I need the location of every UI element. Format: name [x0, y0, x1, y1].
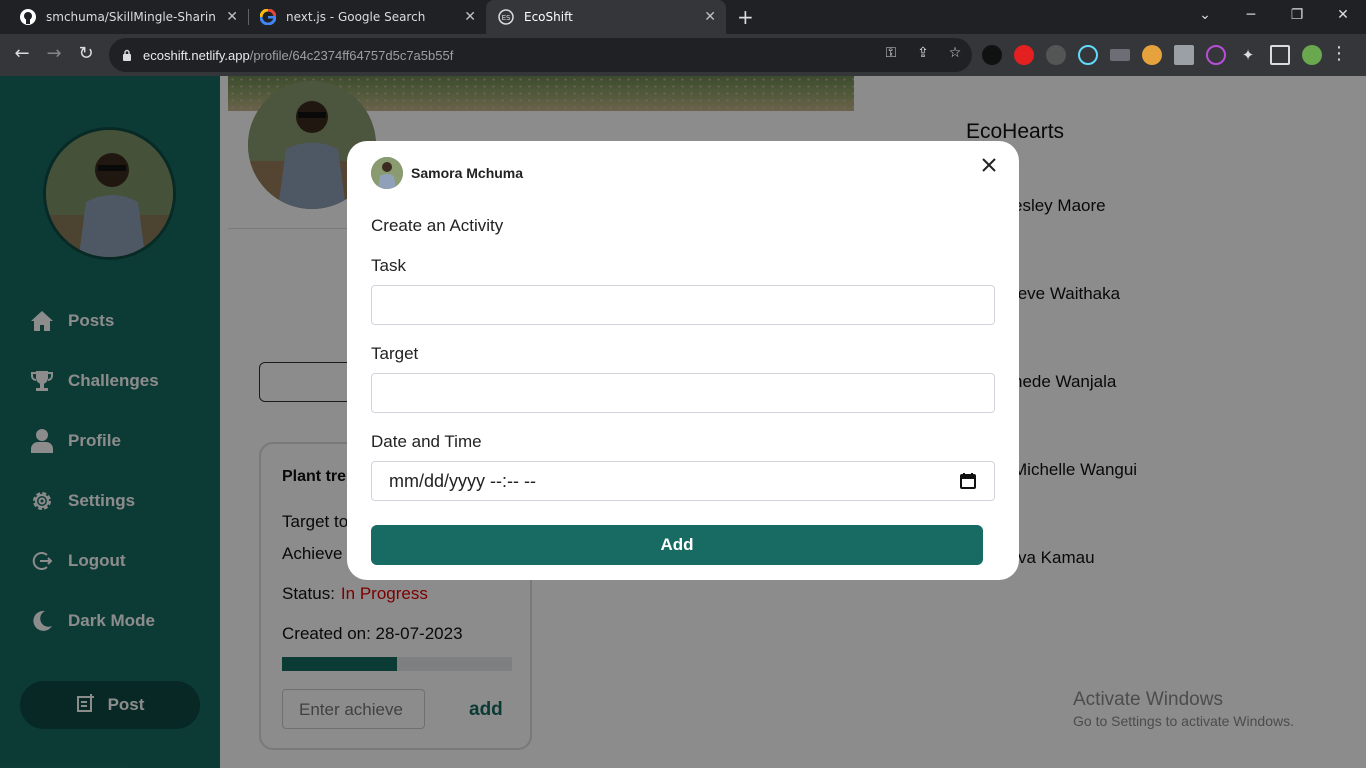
- restore-button[interactable]: ❐: [1274, 0, 1320, 34]
- tab-ecoshift[interactable]: ES EcoShift ✕: [486, 0, 726, 34]
- close-tab-icon[interactable]: ✕: [226, 9, 238, 25]
- tab-search-icon[interactable]: ⌄: [1182, 0, 1228, 34]
- modal-heading: Create an Activity: [371, 216, 504, 235]
- target-label: Target: [371, 344, 419, 363]
- new-tab-button[interactable]: +: [737, 5, 754, 29]
- extension-icon[interactable]: [1206, 45, 1226, 65]
- reload-button[interactable]: ↻: [74, 43, 98, 64]
- profile-avatar-icon[interactable]: [1302, 45, 1322, 65]
- tab-title: next.js - Google Search: [286, 10, 426, 24]
- lock-icon: [123, 49, 131, 61]
- datetime-placeholder: mm/dd/yyyy --:-- --: [389, 470, 536, 491]
- svg-text:ES: ES: [502, 14, 511, 22]
- share-icon[interactable]: ⇪: [914, 45, 932, 63]
- extension-icon[interactable]: [1110, 49, 1130, 61]
- ecoshift-icon: ES: [498, 9, 514, 25]
- extension-icon[interactable]: [1046, 45, 1066, 65]
- browser-tab-bar: smchuma/SkillMingle-Sharing-S ✕ next.js …: [0, 0, 1366, 34]
- modal-user: Samora Mchuma: [371, 157, 523, 189]
- tab-title: EcoShift: [524, 10, 573, 24]
- github-icon: [20, 9, 36, 25]
- extension-icon[interactable]: [982, 45, 1002, 65]
- task-label: Task: [371, 256, 406, 275]
- bookmark-star-icon[interactable]: ☆: [946, 45, 964, 63]
- browser-toolbar: ← → ↻ ecoshift.netlify.app/profile/64c23…: [0, 34, 1366, 76]
- modal-user-name: Samora Mchuma: [411, 165, 524, 181]
- datetime-input[interactable]: mm/dd/yyyy --:-- --: [371, 461, 995, 501]
- url-text: ecoshift.netlify.app/profile/64c2374ff64…: [143, 48, 453, 63]
- google-icon: [260, 9, 276, 25]
- close-tab-icon[interactable]: ✕: [464, 9, 476, 25]
- tab-google-search[interactable]: next.js - Google Search ✕: [248, 0, 486, 34]
- key-icon[interactable]: ⚿: [882, 45, 900, 63]
- create-activity-modal: Samora Mchuma Create an Activity Task Ta…: [347, 141, 1019, 580]
- tab-title: smchuma/SkillMingle-Sharing-S: [46, 10, 216, 24]
- target-input[interactable]: [371, 373, 995, 413]
- close-tab-icon[interactable]: ✕: [704, 9, 716, 25]
- window-controls: ⌄ ─ ❐ ✕: [1182, 0, 1366, 34]
- minimize-button[interactable]: ─: [1228, 0, 1274, 34]
- extension-icon[interactable]: [1142, 45, 1162, 65]
- url-host: ecoshift.netlify.app: [143, 47, 250, 63]
- url-path: /profile/64c2374ff64757d5c7a5b55f: [249, 47, 454, 63]
- extension-icon[interactable]: [1174, 45, 1194, 65]
- kebab-menu-icon[interactable]: ⋮: [1330, 43, 1348, 64]
- tab-skillmingle[interactable]: smchuma/SkillMingle-Sharing-S ✕: [8, 0, 248, 34]
- side-panel-icon[interactable]: [1270, 45, 1290, 65]
- calendar-icon[interactable]: [960, 473, 976, 489]
- puzzle-icon[interactable]: ✦: [1238, 45, 1258, 65]
- add-button[interactable]: Add: [371, 525, 983, 565]
- extension-icon[interactable]: [1014, 45, 1034, 65]
- back-button[interactable]: ←: [10, 43, 34, 64]
- avatar: [371, 157, 403, 189]
- extensions-area: ✦: [982, 45, 1322, 65]
- task-input[interactable]: [371, 285, 995, 325]
- react-devtools-icon[interactable]: [1078, 45, 1098, 65]
- close-window-button[interactable]: ✕: [1320, 0, 1366, 34]
- address-bar[interactable]: ecoshift.netlify.app/profile/64c2374ff64…: [109, 38, 972, 72]
- forward-button[interactable]: →: [42, 43, 66, 64]
- datetime-label: Date and Time: [371, 432, 482, 451]
- close-icon[interactable]: [979, 155, 999, 175]
